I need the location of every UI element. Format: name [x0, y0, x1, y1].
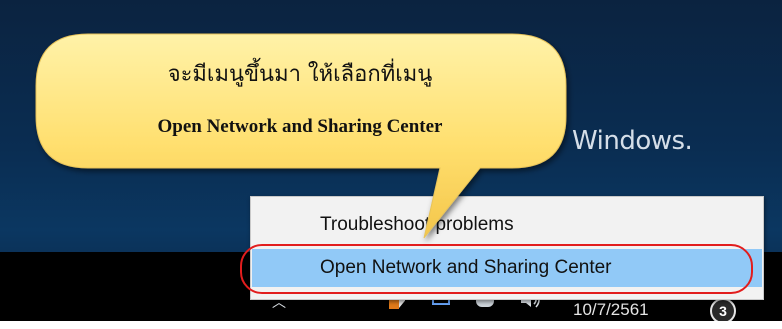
clock-date[interactable]: 10/7/2561: [573, 300, 649, 320]
warning-flag-icon: [389, 300, 399, 309]
callout-instruction-thai: จะมีเมนูขึ้นมา ให้เลือกที่เมนู: [167, 62, 433, 87]
screenshot-border: [0, 321, 782, 329]
network-context-menu: Troubleshoot problems Open Network and S…: [250, 196, 764, 300]
menu-item-open-network-sharing-center[interactable]: Open Network and Sharing Center: [252, 249, 762, 287]
callout-instruction-target: Open Network and Sharing Center: [157, 116, 443, 137]
menu-item-troubleshoot[interactable]: Troubleshoot problems: [252, 206, 762, 244]
windows-brand-text: Windows.: [572, 126, 693, 156]
